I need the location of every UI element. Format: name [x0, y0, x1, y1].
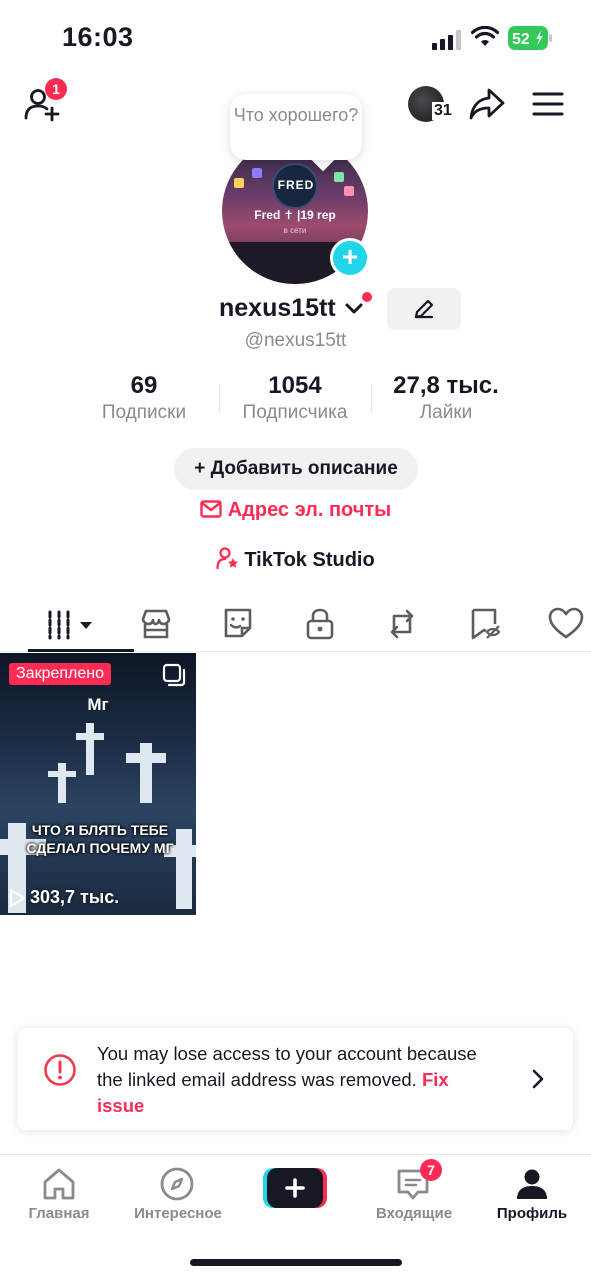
- sticker-decoration: [234, 178, 244, 188]
- pinned-badge: Закреплено: [9, 663, 111, 685]
- heart-icon: [548, 607, 584, 639]
- nav-explore-label: Интересное: [134, 1205, 222, 1222]
- hidden-bookmark-icon: [471, 608, 501, 640]
- home-indicator: [190, 1259, 402, 1266]
- likes-label: Лайки: [419, 402, 473, 423]
- avatar-name: Fred ✝ |19 rep: [254, 208, 336, 222]
- status-time: 16:03: [62, 22, 134, 52]
- add-description-button[interactable]: + Добавить описание: [174, 448, 418, 490]
- tab-stickers[interactable]: [218, 604, 258, 644]
- cross-decoration: [126, 753, 166, 763]
- nav-inbox-label: Входящие: [375, 1205, 453, 1222]
- home-icon: [43, 1168, 75, 1200]
- followers-count: 1054: [268, 372, 322, 399]
- add-story-button[interactable]: +: [330, 238, 370, 278]
- following-stat[interactable]: 69 Подписки: [84, 372, 204, 424]
- create-button[interactable]: [263, 1168, 327, 1208]
- tab-reposts[interactable]: [382, 604, 422, 644]
- nav-explore[interactable]: Интересное: [118, 1155, 236, 1235]
- tab-private[interactable]: [300, 604, 340, 644]
- profile-avatar[interactable]: FRED Fred ✝ |19 rep в сети +: [222, 138, 370, 286]
- following-label: Подписки: [101, 402, 187, 423]
- battery-icon: 52: [508, 26, 552, 50]
- svg-text:52: 52: [512, 31, 530, 48]
- video-title: Мг: [87, 695, 109, 714]
- sticker-decoration: [344, 186, 354, 196]
- pinned-video-tile[interactable]: Закреплено Мг ЧТО Я БЛЯТЬ ТЕБЕ СДЕЛАЛ ПО…: [0, 653, 196, 915]
- email-label: Адрес эл. почты: [227, 499, 392, 521]
- avatar-subtext: в сети: [283, 226, 307, 235]
- content-tabs: [0, 596, 591, 652]
- lock-icon: [306, 608, 334, 640]
- likes-count: 27,8 тыс.: [393, 372, 499, 399]
- share-button[interactable]: [468, 86, 508, 124]
- view-count: 303,7 тыс.: [8, 887, 119, 908]
- email-link[interactable]: Адрес эл. почты: [0, 499, 591, 522]
- studio-user-icon: [216, 547, 239, 570]
- cross-decoration: [58, 763, 66, 803]
- inbox-avatar-button[interactable]: 31: [408, 86, 456, 124]
- menu-button[interactable]: [532, 90, 566, 120]
- followers-label: Подписчика: [242, 402, 348, 423]
- sticker-icon: [224, 608, 252, 638]
- active-tab-indicator: [28, 649, 134, 652]
- tab-liked[interactable]: [546, 604, 586, 644]
- email-warning-banner[interactable]: You may lose access to your account beca…: [18, 1028, 573, 1130]
- following-count: 69: [130, 372, 158, 399]
- sticker-decoration: [334, 172, 344, 182]
- edit-profile-button[interactable]: [387, 288, 461, 330]
- stat-divider: [371, 384, 372, 412]
- warning-icon: [44, 1054, 76, 1086]
- followers-stat[interactable]: 1054 Подписчика: [226, 372, 364, 424]
- pencil-icon: [414, 299, 434, 319]
- signal-icon: [432, 30, 461, 50]
- mail-icon: [200, 500, 222, 518]
- status-bar: 16:03 52: [0, 0, 591, 80]
- avatar-logo-text: FRED: [277, 178, 315, 192]
- nav-inbox[interactable]: 7 Входящие: [354, 1155, 472, 1235]
- view-count-value: 303,7 тыс.: [30, 887, 120, 907]
- banner-text: You may lose access to your account beca…: [97, 1043, 477, 1090]
- videos-grid-icon: [48, 610, 92, 640]
- hamburger-icon: [532, 92, 564, 116]
- shop-icon: [141, 609, 171, 639]
- profile-icon: [517, 1169, 547, 1199]
- tiktok-studio-link[interactable]: TikTok Studio: [0, 546, 591, 572]
- multi-photo-icon: [162, 663, 186, 687]
- nav-profile[interactable]: Профиль: [472, 1155, 591, 1235]
- tab-shop[interactable]: [136, 604, 176, 644]
- nav-profile-label: Профиль: [496, 1205, 568, 1222]
- cross-decoration: [48, 771, 76, 777]
- chevron-right-icon[interactable]: [530, 1068, 546, 1090]
- inbox-count: 31: [432, 102, 454, 120]
- online-indicator: [362, 292, 372, 302]
- repost-icon: [390, 609, 414, 639]
- cross-decoration: [140, 743, 152, 803]
- tab-videos[interactable]: [44, 604, 96, 644]
- username[interactable]: nexus15tt: [219, 294, 336, 323]
- status-bubble[interactable]: Что хорошего?: [230, 94, 362, 160]
- friend-request-badge: 1: [45, 78, 67, 100]
- wifi-icon: [471, 26, 499, 46]
- stat-divider: [219, 384, 220, 412]
- studio-label: TikTok Studio: [244, 549, 375, 571]
- user-handle: @nexus15tt: [244, 330, 347, 351]
- chevron-down-icon[interactable]: [344, 302, 364, 316]
- cross-decoration: [76, 733, 104, 740]
- inbox-badge: 7: [420, 1159, 442, 1181]
- nav-home-label: Главная: [28, 1205, 90, 1222]
- likes-stat[interactable]: 27,8 тыс. Лайки: [378, 372, 514, 424]
- tab-hidden-likes[interactable]: [464, 604, 504, 644]
- sticker-decoration: [252, 168, 262, 178]
- video-caption: ЧТО Я БЛЯТЬ ТЕБЕ СДЕЛАЛ ПОЧЕМУ МГ: [26, 822, 174, 856]
- nav-home[interactable]: Главная: [0, 1155, 118, 1235]
- compass-icon: [160, 1167, 194, 1201]
- share-icon: [469, 88, 505, 120]
- cross-decoration: [86, 723, 94, 775]
- play-icon: [9, 889, 26, 908]
- banner-message: You may lose access to your account beca…: [97, 1041, 497, 1119]
